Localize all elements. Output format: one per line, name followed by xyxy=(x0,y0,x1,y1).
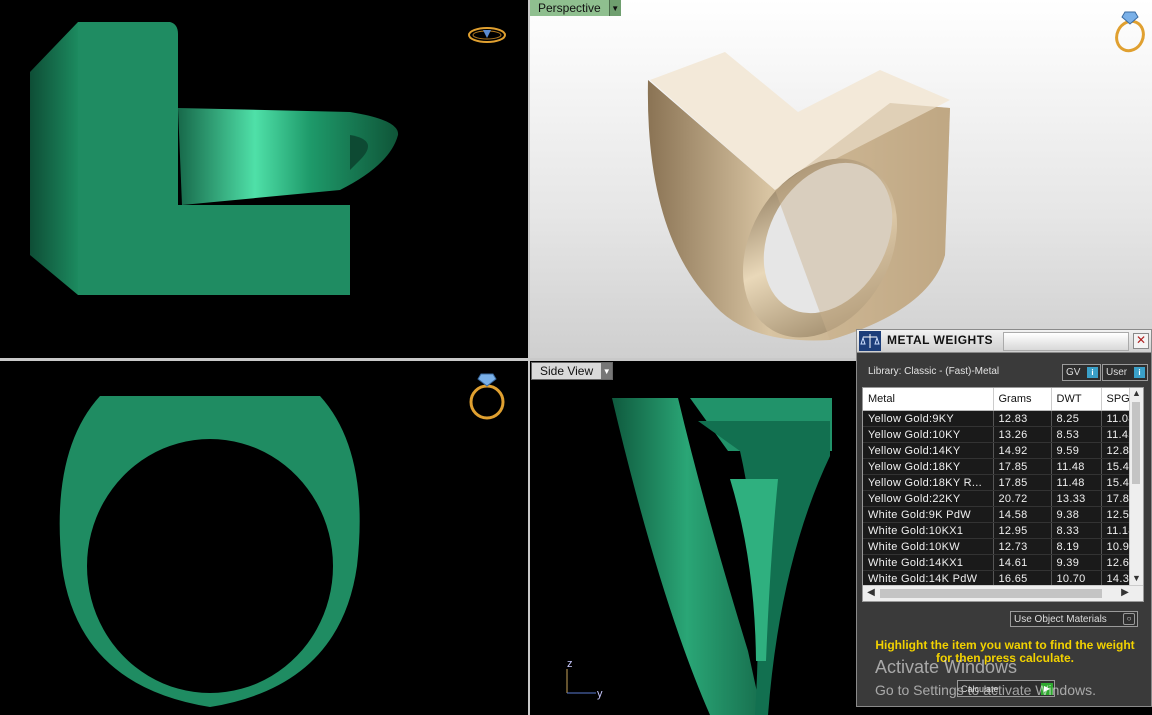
panel-title: METAL WEIGHTS xyxy=(887,333,994,347)
perspective-viewport[interactable] xyxy=(530,0,1152,358)
ring-icon xyxy=(469,373,505,420)
table-row[interactable]: Yellow Gold:18KY R... 17.85 11.48 15.41 xyxy=(863,474,1142,491)
toggle-indicator-icon: ○ xyxy=(1123,613,1135,625)
close-icon[interactable]: ✕ xyxy=(1133,333,1149,349)
table-row[interactable]: White Gold:10KW 12.73 8.19 10.99 xyxy=(863,538,1142,555)
info-icon: i xyxy=(1087,367,1098,378)
column-header-dwt[interactable]: DWT xyxy=(1051,388,1102,411)
cell-dwt: 9.59 xyxy=(1051,442,1102,459)
cell-dwt: 9.39 xyxy=(1051,554,1102,571)
table-row[interactable]: White Gold:10KX1 12.95 8.33 11.18 xyxy=(863,522,1142,539)
cell-metal: White Gold:10KW xyxy=(863,538,994,555)
scroll-thumb[interactable] xyxy=(1132,402,1140,484)
table-header-row: Metal Grams DWT SPG xyxy=(863,388,1142,411)
user-label: User xyxy=(1106,367,1128,378)
cell-dwt: 8.53 xyxy=(1051,426,1102,443)
perspective-model xyxy=(647,52,950,341)
cell-metal: Yellow Gold:9KY xyxy=(863,410,994,427)
library-label: Library: Classic - (Fast)-Metal xyxy=(868,366,1000,377)
cell-metal: Yellow Gold:18KY R... xyxy=(863,474,994,491)
cell-dwt: 11.48 xyxy=(1051,458,1102,475)
metal-weights-panel: METAL WEIGHTS ✕ Library: Classic - (Fast… xyxy=(856,329,1152,707)
cell-metal: Yellow Gold:22KY xyxy=(863,490,994,507)
gv-button[interactable]: GV i xyxy=(1062,364,1101,381)
axis-z-label: z xyxy=(567,658,573,670)
scroll-thumb[interactable] xyxy=(880,589,1102,598)
axis-y-label: y xyxy=(597,688,603,700)
front-viewport[interactable] xyxy=(0,361,528,715)
side-view-selector[interactable]: Side View ▼ xyxy=(531,362,614,380)
front-view-model xyxy=(59,396,360,707)
info-icon: i xyxy=(1134,367,1145,378)
perspective-label: Perspective xyxy=(530,0,609,16)
cell-metal: Yellow Gold:10KY xyxy=(863,426,994,443)
perspective-view-selector[interactable]: Perspective ▼ xyxy=(530,0,621,16)
titlebar-strip xyxy=(1003,332,1129,351)
vertical-scrollbar[interactable]: ▲ ▼ xyxy=(1129,388,1143,585)
cell-grams: 14.61 xyxy=(993,554,1052,571)
metal-weights-table[interactable]: Metal Grams DWT SPG Yellow Gold:9KY 12.83… xyxy=(862,387,1144,602)
cell-dwt: 13.33 xyxy=(1051,490,1102,507)
cell-grams: 12.95 xyxy=(993,522,1052,539)
table-row[interactable]: Yellow Gold:18KY 17.85 11.48 15.41 xyxy=(863,458,1142,475)
viewport-divider-vertical[interactable] xyxy=(528,0,530,715)
scroll-right-icon[interactable]: ▶ xyxy=(1119,587,1131,600)
panel-titlebar[interactable]: METAL WEIGHTS ✕ xyxy=(857,330,1151,353)
table-row[interactable]: Yellow Gold:14KY 14.92 9.59 12.88 xyxy=(863,442,1142,459)
ring-icon xyxy=(468,27,506,43)
scroll-left-icon[interactable]: ◀ xyxy=(865,587,877,600)
table-row[interactable]: Yellow Gold:10KY 13.26 8.53 11.45 xyxy=(863,426,1142,443)
table-row[interactable]: Yellow Gold:9KY 12.83 8.25 11.08 xyxy=(863,410,1142,427)
dropdown-arrow-icon[interactable]: ▼ xyxy=(608,0,621,16)
play-icon: ▶ xyxy=(1041,682,1053,695)
top-viewport[interactable] xyxy=(0,0,528,358)
table-row[interactable]: White Gold:14KX1 14.61 9.39 12.61 xyxy=(863,554,1142,571)
use-object-materials-label: Use Object Materials xyxy=(1014,613,1107,625)
ring-icon xyxy=(1115,11,1145,53)
calculate-label: Calculate xyxy=(961,683,999,694)
cell-grams: 13.26 xyxy=(993,426,1052,443)
gv-label: GV xyxy=(1066,367,1081,378)
cell-dwt: 8.25 xyxy=(1051,410,1102,427)
cell-grams: 14.58 xyxy=(993,506,1052,523)
scroll-up-icon[interactable]: ▲ xyxy=(1130,388,1143,400)
cell-grams: 20.72 xyxy=(993,490,1052,507)
side-view-label: Side View xyxy=(532,363,602,379)
cell-metal: White Gold:9K PdW xyxy=(863,506,994,523)
cell-dwt: 11.48 xyxy=(1051,474,1102,491)
dropdown-arrow-icon[interactable]: ▼ xyxy=(601,363,613,379)
cell-metal: Yellow Gold:18KY xyxy=(863,458,994,475)
cell-grams: 14.92 xyxy=(993,442,1052,459)
cell-metal: Yellow Gold:14KY xyxy=(863,442,994,459)
column-header-metal[interactable]: Metal xyxy=(863,388,994,411)
scroll-down-icon[interactable]: ▼ xyxy=(1130,573,1143,585)
cell-metal: White Gold:10KX1 xyxy=(863,522,994,539)
hint-text: Highlight the item you want to find the … xyxy=(875,638,1135,665)
user-button[interactable]: User i xyxy=(1102,364,1148,381)
table-row[interactable]: White Gold:9K PdW 14.58 9.38 12.59 xyxy=(863,506,1142,523)
cell-dwt: 8.33 xyxy=(1051,522,1102,539)
calculate-button[interactable]: Calculate ▶ xyxy=(957,680,1055,697)
cell-dwt: 8.19 xyxy=(1051,538,1102,555)
horizontal-scrollbar[interactable]: ◀ ▶ xyxy=(863,585,1143,601)
cell-grams: 17.85 xyxy=(993,458,1052,475)
top-view-model xyxy=(30,22,399,295)
cell-grams: 12.83 xyxy=(993,410,1052,427)
table-row[interactable]: Yellow Gold:22KY 20.72 13.33 17.89 xyxy=(863,490,1142,507)
scale-icon xyxy=(859,331,881,351)
cell-metal: White Gold:14KX1 xyxy=(863,554,994,571)
cell-dwt: 9.38 xyxy=(1051,506,1102,523)
cell-grams: 12.73 xyxy=(993,538,1052,555)
use-object-materials-toggle[interactable]: Use Object Materials ○ xyxy=(1010,611,1138,627)
cell-grams: 17.85 xyxy=(993,474,1052,491)
column-header-grams[interactable]: Grams xyxy=(993,388,1052,411)
